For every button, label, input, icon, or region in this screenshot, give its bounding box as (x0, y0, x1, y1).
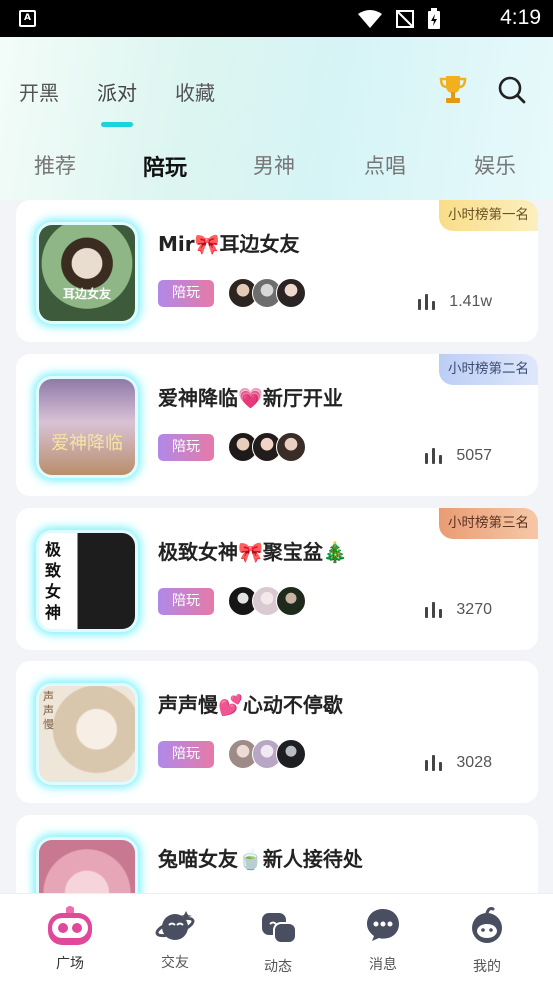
status-bar: A 4:19 (0, 0, 553, 37)
subtab-nanshen[interactable]: 男神 (253, 150, 295, 180)
room-popularity: 3270 (424, 601, 492, 619)
room-title: 极致女神🎀聚宝盆🎄 (158, 540, 348, 564)
tab-kaihei[interactable]: 开黑 (19, 77, 59, 106)
room-cover-frame (36, 837, 138, 893)
room-tag: 陪玩 (158, 741, 214, 768)
message-icon (367, 909, 399, 941)
room-popularity: 5057 (424, 447, 492, 465)
nav-label: 我的 (473, 959, 501, 975)
room-card[interactable]: 耳边女友 Mir🎀耳边女友 陪玩 1.41w 小时榜第一名 (16, 200, 538, 342)
chat-bubbles-icon (262, 913, 297, 944)
room-title: 兔喵女友🍵新人接待处 (158, 847, 363, 871)
top-tabs: 开黑 派对 收藏 (19, 77, 215, 127)
rank-badge: 小时榜第一名 (439, 200, 538, 231)
wifi-icon (358, 10, 382, 28)
subtab-peiwan[interactable]: 陪玩 (143, 150, 187, 182)
battery-charging-icon (428, 8, 440, 29)
room-tag: 陪玩 (158, 434, 214, 461)
popularity-count: 3270 (456, 601, 492, 618)
nav-xiaoxi[interactable]: 消息 (338, 894, 428, 983)
clock: 4:19 (500, 6, 541, 29)
popularity-count: 5057 (456, 447, 492, 464)
rank-badge: 小时榜第三名 (439, 508, 538, 539)
trophy-button[interactable] (437, 73, 469, 109)
search-button[interactable] (497, 75, 527, 109)
room-cover: 声声慢 (39, 686, 135, 782)
room-list[interactable]: 耳边女友 Mir🎀耳边女友 陪玩 1.41w 小时榜第一名 爱神降临 爱神降临💗… (0, 200, 553, 893)
avatar (276, 432, 306, 462)
avatar (276, 739, 306, 769)
no-signal-icon (396, 10, 414, 28)
room-tag: 陪玩 (158, 280, 214, 307)
room-card[interactable]: 声声慢 声声慢💕心动不停歇 陪玩 3028 (16, 661, 538, 803)
cover-text: 耳边女友 (62, 287, 111, 301)
bar-stats-icon (418, 294, 436, 310)
room-title: Mir🎀耳边女友 (158, 232, 300, 256)
room-cover-frame: 耳边女友 (36, 222, 138, 324)
room-cover-frame: 声声慢 (36, 683, 138, 785)
cover-text: 声声慢 (43, 690, 54, 731)
system-icons (357, 8, 441, 30)
room-popularity: 1.41w (417, 293, 492, 311)
room-popularity: 3028 (424, 754, 492, 772)
bar-stats-icon (425, 448, 443, 464)
bottom-nav: 广场 交友 动态 消息 我的 (0, 893, 553, 983)
planet-icon (155, 911, 195, 940)
room-cover: 耳边女友 (39, 225, 135, 321)
room-card[interactable]: 极致女神 极致女神🎀聚宝盆🎄 陪玩 3270 小时榜第三名 (16, 508, 538, 650)
avatar (276, 278, 306, 308)
nav-label: 消息 (369, 957, 397, 973)
subtab-tuijian[interactable]: 推荐 (34, 150, 76, 180)
avatar (276, 586, 306, 616)
rank-badge: 小时榜第二名 (439, 354, 538, 385)
search-icon (498, 76, 526, 104)
nav-wode[interactable]: 我的 (442, 894, 532, 983)
nav-label: 动态 (264, 959, 292, 975)
gamepad-icon (48, 906, 92, 945)
room-cover: 爱神降临 (39, 379, 135, 475)
nav-jiaoyou[interactable]: 交友 (130, 894, 220, 983)
room-card[interactable]: 爱神降临 爱神降临💗新厅开业 陪玩 5057 小时榜第二名 (16, 354, 538, 496)
nav-label: 交友 (161, 955, 189, 971)
room-cover-frame: 爱神降临 (36, 376, 138, 478)
trophy-icon (439, 76, 467, 103)
room-tag: 陪玩 (158, 588, 214, 615)
header: 开黑 派对 收藏 推荐 陪玩 男神 点唱 娱乐 (0, 37, 553, 200)
nav-dongtai[interactable]: 动态 (233, 894, 323, 983)
popularity-count: 1.41w (449, 293, 492, 310)
nav-guangchang[interactable]: 广场 (25, 894, 115, 983)
subtab-yule[interactable]: 娱乐 (474, 150, 516, 180)
tab-shoucang[interactable]: 收藏 (175, 77, 215, 106)
tab-paidui[interactable]: 派对 (97, 77, 137, 127)
room-cover-frame: 极致女神 (36, 530, 138, 632)
profile-face-icon (472, 907, 502, 943)
bar-stats-icon (425, 755, 443, 771)
room-title: 声声慢💕心动不停歇 (158, 693, 343, 717)
cover-text: 极致女神 (45, 540, 62, 622)
active-tab-indicator (101, 122, 133, 127)
room-card[interactable]: 兔喵女友🍵新人接待处 (16, 815, 538, 893)
room-cover: 极致女神 (39, 533, 135, 629)
popularity-count: 3028 (456, 754, 492, 771)
cover-text: 爱神降临 (51, 433, 123, 454)
room-cover (39, 840, 135, 893)
room-title: 爱神降临💗新厅开业 (158, 386, 343, 410)
app-notification-icon: A (19, 10, 36, 27)
subtab-dianchang[interactable]: 点唱 (364, 150, 406, 180)
nav-label: 广场 (56, 956, 84, 972)
bar-stats-icon (425, 602, 443, 618)
